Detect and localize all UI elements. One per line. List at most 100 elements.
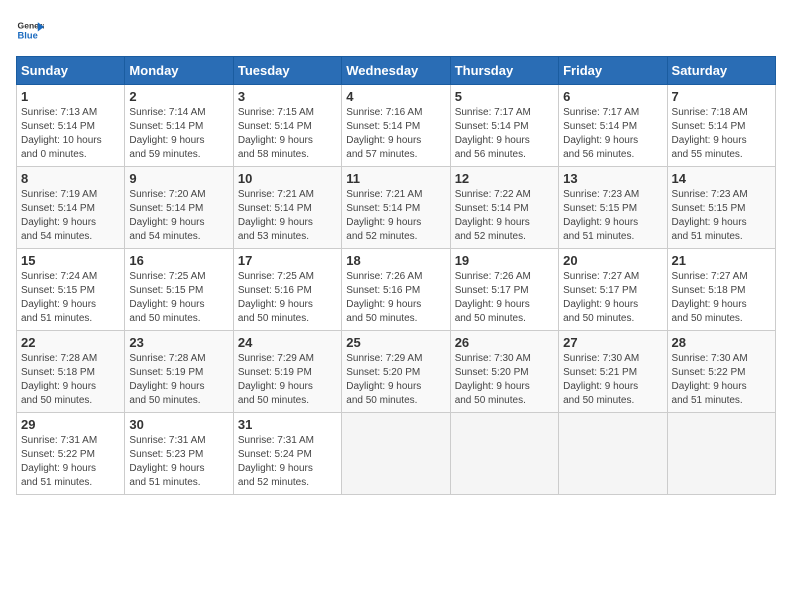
- day-number: 13: [563, 171, 662, 186]
- calendar-cell: 17Sunrise: 7:25 AMSunset: 5:16 PMDayligh…: [233, 249, 341, 331]
- cell-info: Sunrise: 7:29 AMSunset: 5:20 PMDaylight:…: [346, 352, 445, 408]
- column-header-monday: Monday: [125, 57, 233, 85]
- logo: General Blue: [16, 16, 44, 44]
- day-number: 18: [346, 253, 445, 268]
- day-number: 3: [238, 89, 337, 104]
- day-number: 22: [21, 335, 120, 350]
- day-number: 23: [129, 335, 228, 350]
- day-number: 2: [129, 89, 228, 104]
- cell-info: Sunrise: 7:25 AMSunset: 5:15 PMDaylight:…: [129, 270, 228, 326]
- cell-info: Sunrise: 7:13 AMSunset: 5:14 PMDaylight:…: [21, 106, 120, 162]
- calendar-cell: 14 Sunrise: 7:23 AMSunset: 5:15 PMDayligh…: [667, 167, 775, 249]
- calendar-cell: 13 Sunrise: 7:23 AMSunset: 5:15 PMDayligh…: [559, 167, 667, 249]
- week-row-2: 8 Sunrise: 7:19 AMSunset: 5:14 PMDaylight…: [17, 167, 776, 249]
- cell-info: Sunrise: 7:31 AMSunset: 5:24 PMDaylight:…: [238, 434, 337, 490]
- day-number: 20: [563, 253, 662, 268]
- column-header-thursday: Thursday: [450, 57, 558, 85]
- calendar-cell: 30 Sunrise: 7:31 AMSunset: 5:23 PMDayligh…: [125, 413, 233, 495]
- calendar-cell: 9 Sunrise: 7:20 AMSunset: 5:14 PMDaylight…: [125, 167, 233, 249]
- calendar-cell: 28Sunrise: 7:30 AMSunset: 5:22 PMDayligh…: [667, 331, 775, 413]
- day-number: 15: [21, 253, 120, 268]
- calendar-cell: 5 Sunrise: 7:17 AMSunset: 5:14 PMDaylight…: [450, 85, 558, 167]
- logo-icon: General Blue: [16, 16, 44, 44]
- calendar-cell: 29 Sunrise: 7:31 AMSunset: 5:22 PMDayligh…: [17, 413, 125, 495]
- calendar-cell: 31 Sunrise: 7:31 AMSunset: 5:24 PMDayligh…: [233, 413, 341, 495]
- cell-info: Sunrise: 7:27 AMSunset: 5:17 PMDaylight:…: [563, 270, 662, 326]
- calendar-cell: 15 Sunrise: 7:24 AMSunset: 5:15 PMDayligh…: [17, 249, 125, 331]
- cell-info: Sunrise: 7:20 AMSunset: 5:14 PMDaylight:…: [129, 188, 228, 244]
- day-number: 24: [238, 335, 337, 350]
- column-header-sunday: Sunday: [17, 57, 125, 85]
- cell-info: Sunrise: 7:27 AMSunset: 5:18 PMDaylight:…: [672, 270, 771, 326]
- cell-info: Sunrise: 7:17 AMSunset: 5:14 PMDaylight:…: [455, 106, 554, 162]
- day-number: 4: [346, 89, 445, 104]
- cell-info: Sunrise: 7:31 AMSunset: 5:23 PMDaylight:…: [129, 434, 228, 490]
- day-number: 28: [672, 335, 771, 350]
- calendar-cell: 27 Sunrise: 7:30 AMSunset: 5:21 PMDayligh…: [559, 331, 667, 413]
- cell-info: Sunrise: 7:23 AMSunset: 5:15 PMDaylight:…: [672, 188, 771, 244]
- day-number: 30: [129, 417, 228, 432]
- calendar-cell: 24Sunrise: 7:29 AMSunset: 5:19 PMDayligh…: [233, 331, 341, 413]
- day-number: 14: [672, 171, 771, 186]
- calendar-cell: 25 Sunrise: 7:29 AMSunset: 5:20 PMDayligh…: [342, 331, 450, 413]
- cell-info: Sunrise: 7:14 AMSunset: 5:14 PMDaylight:…: [129, 106, 228, 162]
- cell-info: Sunrise: 7:15 AMSunset: 5:14 PMDaylight:…: [238, 106, 337, 162]
- calendar-cell: 2 Sunrise: 7:14 AMSunset: 5:14 PMDaylight…: [125, 85, 233, 167]
- cell-info: Sunrise: 7:21 AMSunset: 5:14 PMDaylight:…: [346, 188, 445, 244]
- cell-info: Sunrise: 7:25 AMSunset: 5:16 PMDaylight:…: [238, 270, 337, 326]
- calendar-cell: 21 Sunrise: 7:27 AMSunset: 5:18 PMDayligh…: [667, 249, 775, 331]
- week-row-3: 15 Sunrise: 7:24 AMSunset: 5:15 PMDayligh…: [17, 249, 776, 331]
- calendar-cell: 4 Sunrise: 7:16 AMSunset: 5:14 PMDaylight…: [342, 85, 450, 167]
- calendar-cell: 6 Sunrise: 7:17 AMSunset: 5:14 PMDaylight…: [559, 85, 667, 167]
- calendar-cell: 26Sunrise: 7:30 AMSunset: 5:20 PMDayligh…: [450, 331, 558, 413]
- week-row-1: 1 Sunrise: 7:13 AMSunset: 5:14 PMDaylight…: [17, 85, 776, 167]
- calendar-cell: 16Sunrise: 7:25 AMSunset: 5:15 PMDayligh…: [125, 249, 233, 331]
- day-number: 31: [238, 417, 337, 432]
- cell-info: Sunrise: 7:31 AMSunset: 5:22 PMDaylight:…: [21, 434, 120, 490]
- column-header-friday: Friday: [559, 57, 667, 85]
- cell-info: Sunrise: 7:28 AMSunset: 5:18 PMDaylight:…: [21, 352, 120, 408]
- day-number: 27: [563, 335, 662, 350]
- day-number: 19: [455, 253, 554, 268]
- calendar-cell: [667, 413, 775, 495]
- calendar-cell: 20 Sunrise: 7:27 AMSunset: 5:17 PMDayligh…: [559, 249, 667, 331]
- cell-info: Sunrise: 7:16 AMSunset: 5:14 PMDaylight:…: [346, 106, 445, 162]
- calendar-cell: [342, 413, 450, 495]
- day-number: 21: [672, 253, 771, 268]
- day-number: 7: [672, 89, 771, 104]
- cell-info: Sunrise: 7:19 AMSunset: 5:14 PMDaylight:…: [21, 188, 120, 244]
- day-number: 10: [238, 171, 337, 186]
- cell-info: Sunrise: 7:23 AMSunset: 5:15 PMDaylight:…: [563, 188, 662, 244]
- column-header-tuesday: Tuesday: [233, 57, 341, 85]
- day-number: 8: [21, 171, 120, 186]
- calendar-cell: 1 Sunrise: 7:13 AMSunset: 5:14 PMDaylight…: [17, 85, 125, 167]
- day-number: 29: [21, 417, 120, 432]
- day-number: 12: [455, 171, 554, 186]
- column-header-saturday: Saturday: [667, 57, 775, 85]
- page-header: General Blue: [16, 16, 776, 44]
- calendar-table: SundayMondayTuesdayWednesdayThursdayFrid…: [16, 56, 776, 495]
- calendar-cell: 19 Sunrise: 7:26 AMSunset: 5:17 PMDayligh…: [450, 249, 558, 331]
- day-number: 9: [129, 171, 228, 186]
- day-number: 5: [455, 89, 554, 104]
- cell-info: Sunrise: 7:26 AMSunset: 5:17 PMDaylight:…: [455, 270, 554, 326]
- day-number: 6: [563, 89, 662, 104]
- calendar-cell: 22 Sunrise: 7:28 AMSunset: 5:18 PMDayligh…: [17, 331, 125, 413]
- cell-info: Sunrise: 7:26 AMSunset: 5:16 PMDaylight:…: [346, 270, 445, 326]
- calendar-cell: [450, 413, 558, 495]
- column-header-wednesday: Wednesday: [342, 57, 450, 85]
- calendar-header-row: SundayMondayTuesdayWednesdayThursdayFrid…: [17, 57, 776, 85]
- calendar-cell: 18 Sunrise: 7:26 AMSunset: 5:16 PMDayligh…: [342, 249, 450, 331]
- day-number: 1: [21, 89, 120, 104]
- cell-info: Sunrise: 7:30 AMSunset: 5:21 PMDaylight:…: [563, 352, 662, 408]
- svg-text:Blue: Blue: [18, 31, 38, 41]
- week-row-5: 29 Sunrise: 7:31 AMSunset: 5:22 PMDayligh…: [17, 413, 776, 495]
- calendar-cell: 3 Sunrise: 7:15 AMSunset: 5:14 PMDaylight…: [233, 85, 341, 167]
- calendar-cell: 12Sunrise: 7:22 AMSunset: 5:14 PMDayligh…: [450, 167, 558, 249]
- day-number: 25: [346, 335, 445, 350]
- cell-info: Sunrise: 7:21 AMSunset: 5:14 PMDaylight:…: [238, 188, 337, 244]
- cell-info: Sunrise: 7:24 AMSunset: 5:15 PMDaylight:…: [21, 270, 120, 326]
- calendar-cell: 8 Sunrise: 7:19 AMSunset: 5:14 PMDaylight…: [17, 167, 125, 249]
- cell-info: Sunrise: 7:17 AMSunset: 5:14 PMDaylight:…: [563, 106, 662, 162]
- cell-info: Sunrise: 7:18 AMSunset: 5:14 PMDaylight:…: [672, 106, 771, 162]
